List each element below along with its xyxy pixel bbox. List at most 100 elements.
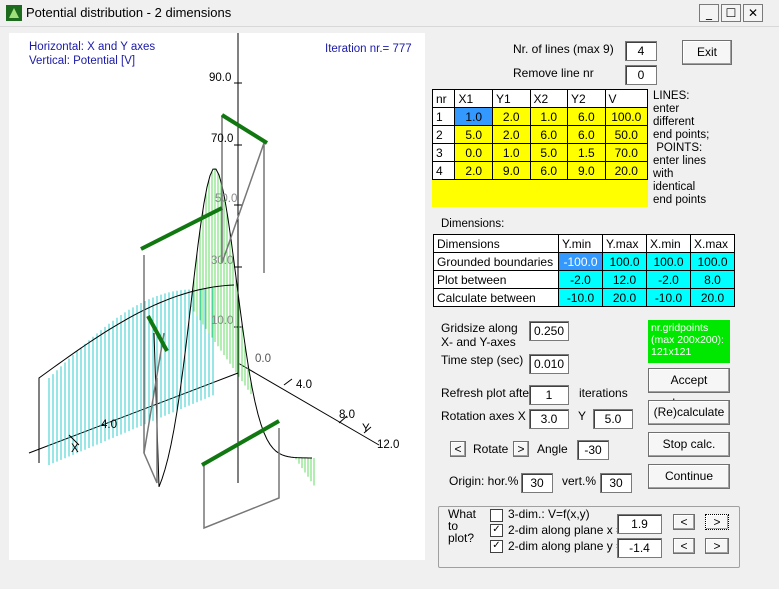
tick-label: 70.0: [211, 133, 234, 145]
iterations-label: iterations: [579, 386, 628, 400]
refresh-input[interactable]: 1: [529, 385, 569, 405]
angle-input[interactable]: -30: [577, 440, 609, 460]
table-cell[interactable]: 5.0: [529, 143, 569, 162]
table-cell[interactable]: 20.0: [690, 288, 735, 307]
note-line: with: [653, 168, 674, 180]
stop-calc-button[interactable]: Stop calc.: [648, 432, 730, 457]
column-header: Y.max: [602, 234, 647, 253]
table-cell[interactable]: 2.0: [492, 125, 531, 144]
note-line: identical: [653, 181, 696, 193]
table-cell[interactable]: 6.0: [567, 125, 606, 144]
plane-x-right-button[interactable]: >: [705, 514, 729, 530]
table-cell[interactable]: 2.0: [492, 107, 531, 126]
table-cell[interactable]: 100.0: [602, 252, 647, 271]
maximize-button[interactable]: ☐: [721, 4, 741, 22]
table-row: 2 5.0 2.0 6.0 6.0 50.0: [431, 125, 649, 144]
table-cell[interactable]: 1.0: [492, 143, 531, 162]
column-header: Y1: [492, 89, 531, 108]
table-cell[interactable]: 5.0: [454, 125, 493, 144]
table-cell[interactable]: 0.0: [454, 143, 493, 162]
rotate-right-button[interactable]: >: [513, 441, 529, 457]
accept-changes-button[interactable]: Accept changes: [648, 368, 730, 410]
opt-plane-y-checkbox[interactable]: ✓: [490, 540, 503, 553]
table-cell[interactable]: 12.0: [602, 270, 647, 289]
exit-button[interactable]: Exit: [682, 40, 732, 65]
table-cell[interactable]: 1.0: [454, 107, 493, 126]
table-cell[interactable]: 1.5: [567, 143, 606, 162]
vert-label: vert.%: [562, 474, 597, 488]
table-cell[interactable]: 6.0: [529, 161, 569, 180]
row-label: Grounded boundaries: [433, 252, 559, 271]
table-row: Plot between -2.0 12.0 -2.0 8.0: [433, 270, 735, 289]
plot-area: Horizontal: X and Y axes Vertical: Poten…: [9, 33, 425, 560]
table-cell[interactable]: 1.0: [529, 107, 569, 126]
nr-lines-input[interactable]: 4: [625, 41, 657, 61]
continue-button[interactable]: Continue: [648, 464, 730, 489]
column-header: Y2: [567, 89, 606, 108]
table-cell[interactable]: 70.0: [604, 143, 649, 162]
tick-label: 50.0: [215, 193, 238, 205]
table-row: 1 1.0 2.0 1.0 6.0 100.0: [431, 107, 649, 126]
rotation-x-input[interactable]: 3.0: [529, 409, 569, 429]
tick-label: 10.0: [211, 315, 234, 327]
plane-y-left-button[interactable]: <: [673, 538, 695, 554]
nr-lines-label: Nr. of lines (max 9): [513, 42, 614, 56]
table-cell[interactable]: 9.0: [567, 161, 606, 180]
note-line: LINES:: [653, 90, 690, 102]
table-cell[interactable]: 2.0: [454, 161, 493, 180]
plane-y-right-button[interactable]: >: [705, 538, 729, 554]
rotate-left-button[interactable]: <: [450, 441, 466, 457]
table-cell[interactable]: -100.0: [558, 252, 603, 271]
table-cell[interactable]: 9.0: [492, 161, 531, 180]
table-cell[interactable]: 20.0: [602, 288, 647, 307]
table-row: Calculate between -10.0 20.0 -10.0 20.0: [433, 288, 735, 307]
opt-plane-x-checkbox[interactable]: ✓: [490, 524, 503, 537]
note-line: end points: [653, 194, 707, 206]
table-cell[interactable]: 20.0: [604, 161, 649, 180]
tick-label: 12.0: [377, 439, 400, 451]
axis-label-y: Y: [362, 423, 370, 435]
lines-table: nr X1 Y1 X2 Y2 V 1 1.0 2.0 1.0 6.0 100.0…: [431, 89, 649, 180]
table-cell[interactable]: -2.0: [646, 270, 691, 289]
note-line: enter lines: [653, 155, 707, 167]
opt-3dim-label: 3-dim.: V=f(x,y): [508, 507, 590, 521]
column-header: Y.min: [558, 234, 603, 253]
remove-line-input[interactable]: 0: [625, 65, 657, 85]
table-cell[interactable]: -2.0: [558, 270, 603, 289]
remove-line-label: Remove line nr: [513, 66, 594, 80]
opt-plane-y-label: 2-dim along plane y =: [508, 539, 624, 553]
close-button[interactable]: ✕: [743, 4, 763, 22]
column-header: nr: [431, 89, 456, 108]
gridpoints-info: nr.gridpoints (max 200x200): 121x121: [648, 320, 730, 363]
plane-x-left-button[interactable]: <: [673, 514, 695, 530]
column-header: X.min: [646, 234, 691, 253]
timestep-input[interactable]: 0.010: [529, 354, 569, 374]
note-line: different: [653, 116, 695, 128]
table-cell[interactable]: -10.0: [558, 288, 603, 307]
table-cell[interactable]: 8.0: [690, 270, 735, 289]
dimensions-title: Dimensions:: [441, 218, 505, 230]
potential-plot: [28, 33, 380, 530]
plane-x-input[interactable]: 1.9: [617, 514, 662, 534]
origin-hor-input[interactable]: 30: [521, 473, 553, 493]
opt-3dim-checkbox[interactable]: [490, 509, 503, 522]
gridsize-label-2: X- and Y-axes: [441, 335, 516, 349]
table-cell[interactable]: 6.0: [529, 125, 569, 144]
table-cell[interactable]: 100.0: [604, 107, 649, 126]
table-row: Grounded boundaries -100.0 100.0 100.0 1…: [433, 252, 735, 271]
table-header-row: Dimensions Y.min Y.max X.min X.max: [433, 234, 735, 253]
minimize-button[interactable]: _: [699, 4, 719, 22]
table-cell[interactable]: 6.0: [567, 107, 606, 126]
table-cell[interactable]: 50.0: [604, 125, 649, 144]
table-cell[interactable]: 100.0: [646, 252, 691, 271]
origin-vert-input[interactable]: 30: [600, 473, 632, 493]
recalculate-button[interactable]: (Re)calculate: [648, 400, 730, 425]
lines-note: LINES: enter different end points; POINT…: [653, 90, 709, 207]
plane-y-input[interactable]: -1.4: [617, 538, 662, 558]
rotation-y-input[interactable]: 5.0: [593, 409, 633, 429]
lines-table-area: nr X1 Y1 X2 Y2 V 1 1.0 2.0 1.0 6.0 100.0…: [431, 89, 649, 207]
table-cell[interactable]: -10.0: [646, 288, 691, 307]
column-header: X.max: [690, 234, 735, 253]
table-cell[interactable]: 100.0: [690, 252, 735, 271]
gridsize-input[interactable]: 0.250: [529, 321, 569, 341]
